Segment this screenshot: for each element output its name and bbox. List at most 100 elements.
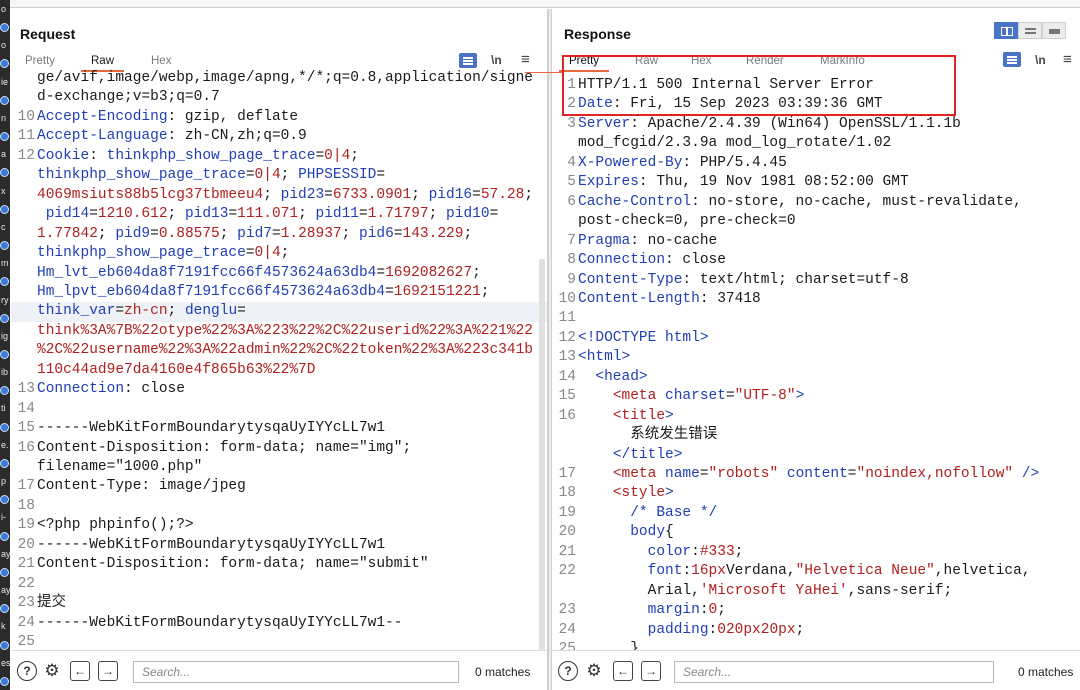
gear-icon[interactable]: ⚙ (584, 661, 604, 681)
response-tabs: Pretty Raw Hex Render MarkInfo (558, 55, 899, 73)
line-content: <style> (578, 484, 1072, 503)
code-token: ; (480, 283, 490, 300)
code-token: <meta (612, 388, 657, 405)
gutter-icon-item (0, 567, 10, 578)
response-tab-markinfo[interactable]: MarkInfo (820, 55, 865, 67)
request-match-count: 0 matches (475, 665, 531, 679)
response-tab-render[interactable]: Render (746, 55, 784, 67)
code-token: > (665, 485, 674, 502)
code-token: Accept-Language (37, 128, 168, 145)
code-token: 1.71797 (367, 206, 429, 223)
wrap-lines-icon[interactable] (459, 53, 477, 68)
gutter-label: ti (1, 403, 6, 414)
response-tab-pretty[interactable]: Pretty (558, 55, 610, 72)
hamburger-menu-icon[interactable]: ≡ (1063, 51, 1072, 68)
response-tab-hex[interactable]: Hex (691, 55, 711, 67)
code-token: 57.28 (480, 186, 525, 203)
code-line: </title> (552, 446, 1080, 465)
response-tab-raw[interactable]: Raw (635, 55, 658, 67)
line-number: 1 (567, 77, 576, 93)
single-panel-layout-icon[interactable] (1042, 22, 1066, 39)
line-number: 18 (558, 485, 576, 502)
line-content: pid14=1210.612; pid13=111.071; pid11=1.7… (37, 205, 539, 224)
top-toolbar-strip (10, 0, 1080, 8)
code-line: 4 X-Powered-By: PHP/5.4.45 (552, 154, 1080, 173)
code-line: 16 Content-Disposition: form-data; name="… (11, 439, 547, 458)
gutter-icon-item (0, 494, 10, 505)
response-editor[interactable]: 1 HTTP/1.1 500 Internal Server Error 2 Date… (552, 76, 1080, 650)
help-icon[interactable]: ? (17, 661, 37, 681)
request-scrollbar-thumb[interactable] (539, 259, 545, 659)
code-token: "noindex,nofollow" (856, 466, 1014, 482)
horizontal-layout-icon[interactable] (1018, 22, 1042, 39)
side-by-side-layout-icon[interactable] (994, 22, 1018, 39)
gutter-text-item: k (0, 621, 10, 632)
line-number: 16 (558, 407, 576, 424)
gutter-label: n (1, 112, 7, 123)
line-number: 16 (17, 439, 35, 456)
code-token: charset (665, 388, 726, 405)
line-content: Accept-Encoding: gzip, deflate (37, 108, 539, 127)
code-token: : (699, 602, 709, 619)
code-token: = (245, 245, 255, 262)
code-token: <title (612, 407, 666, 424)
line-content: Connection: close (37, 380, 539, 399)
code-token: : no-cache (630, 232, 718, 249)
request-tab-pretty[interactable]: Pretty (25, 55, 55, 67)
code-token: pid23 (280, 186, 325, 203)
code-token: "UTF-8" (734, 388, 796, 405)
arrow-right-icon[interactable]: → (98, 661, 118, 681)
code-token: = (324, 186, 333, 203)
request-search-input[interactable]: Search... (133, 661, 459, 683)
gutter-icon-item (0, 58, 10, 69)
newline-icon[interactable]: \n (491, 53, 502, 69)
code-token: Content-Type: image/jpeg (37, 478, 246, 495)
code-token: <meta (612, 466, 657, 482)
line-number: 22 (558, 563, 576, 580)
arrow-left-icon[interactable]: ← (613, 661, 633, 681)
app-bubble-icon (0, 132, 9, 142)
line-content: d-exchange;v=b3;q=0.7 (37, 88, 539, 107)
code-token: > (795, 388, 805, 405)
response-search-input[interactable]: Search... (674, 661, 994, 683)
request-tab-raw[interactable]: Raw (80, 55, 125, 72)
code-line: 25 (11, 633, 547, 650)
code-token: thinkphp_show_page_trace (106, 147, 316, 164)
code-line: 2 Date: Fri, 15 Sep 2023 03:39:36 GMT (552, 95, 1080, 114)
code-token: = (228, 206, 238, 223)
code-token: pid16 (428, 186, 473, 203)
code-line: 12 <!DOCTYPE html> (552, 329, 1080, 348)
request-tab-hex[interactable]: Hex (151, 55, 171, 67)
line-content: } (578, 640, 1072, 650)
app-bubble-icon (0, 422, 9, 432)
gutter-text-item: es (0, 658, 10, 669)
gutter-label: ie (1, 76, 9, 87)
gutter-label: e. (1, 439, 9, 450)
code-line: 14 (11, 400, 547, 419)
code-token: #333 (699, 543, 735, 560)
arrow-left-icon[interactable]: ← (70, 661, 90, 681)
line-content: <title> (578, 407, 1072, 426)
hamburger-menu-icon[interactable]: ≡ (521, 51, 530, 68)
line-number: 14 (558, 368, 576, 385)
line-content: Accept-Language: zh-CN,zh;q=0.9 (37, 127, 539, 146)
code-line: filename="1000.php" (11, 458, 547, 477)
code-token: thinkphp_show_page_trace (37, 245, 246, 262)
code-line: 4069msiuts88b5lcg37tbmeeu4; pid23=6733.0… (11, 186, 547, 205)
code-token: Accept-Encoding (37, 108, 168, 125)
code-token: ; (734, 543, 744, 560)
arrow-right-icon[interactable]: → (641, 661, 661, 681)
app-bubble-icon (0, 23, 9, 33)
code-token: 1.28937 (280, 225, 342, 242)
newline-icon[interactable]: \n (1035, 53, 1046, 69)
gear-icon[interactable]: ⚙ (42, 661, 62, 681)
request-scrollbar[interactable] (538, 69, 546, 659)
wrap-lines-icon[interactable] (1003, 52, 1021, 67)
request-editor[interactable]: ge/avif,image/webp,image/apng,*/*;q=0.8,… (11, 69, 547, 650)
gutter-icon-item (0, 22, 10, 33)
help-icon[interactable]: ? (558, 661, 578, 681)
gutter-label: es (1, 657, 10, 668)
gutter-text-item: p (0, 476, 10, 487)
